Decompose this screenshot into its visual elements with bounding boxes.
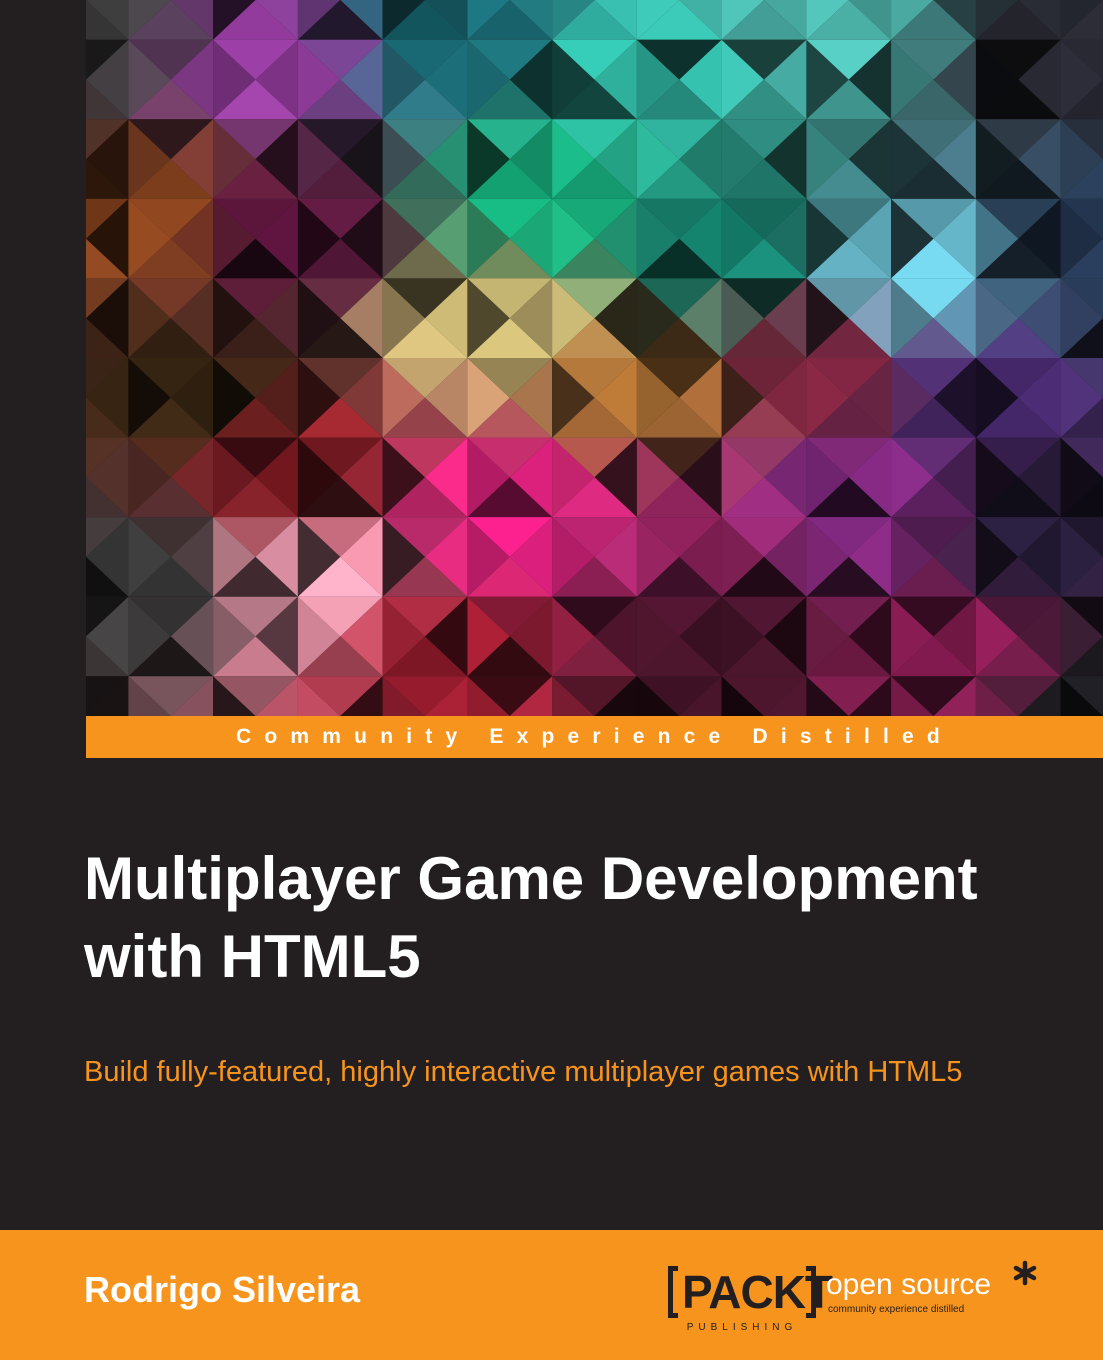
publisher-logo: PACKT PUBLISHING open source community e… — [668, 1260, 1048, 1340]
cover-footer: Rodrigo Silveira PACKT PUBLISHING open s… — [0, 1230, 1103, 1360]
book-cover: Community Experience Distilled Multiplay… — [0, 0, 1103, 1360]
tagline-text: Community Experience Distilled — [236, 725, 953, 748]
triangle-mosaic — [86, 0, 1103, 716]
packt-wordmark: PACKT — [682, 1266, 833, 1318]
imprint-tagline: community experience distilled — [828, 1304, 965, 1315]
book-title: Multiplayer Game Development with HTML5 — [84, 845, 978, 990]
author-name: Rodrigo Silveira — [84, 1269, 361, 1310]
right-bracket-icon — [806, 1266, 816, 1318]
publishing-label: PUBLISHING — [686, 1322, 798, 1333]
left-bracket-icon — [668, 1266, 678, 1318]
tagline-banner: Community Experience Distilled — [86, 716, 1103, 758]
cover-artwork — [86, 0, 1103, 716]
asterisk-icon — [1013, 1260, 1037, 1286]
imprint-name: open source — [826, 1268, 992, 1301]
book-subtitle: Build fully-featured, highly interactive… — [84, 1056, 963, 1088]
